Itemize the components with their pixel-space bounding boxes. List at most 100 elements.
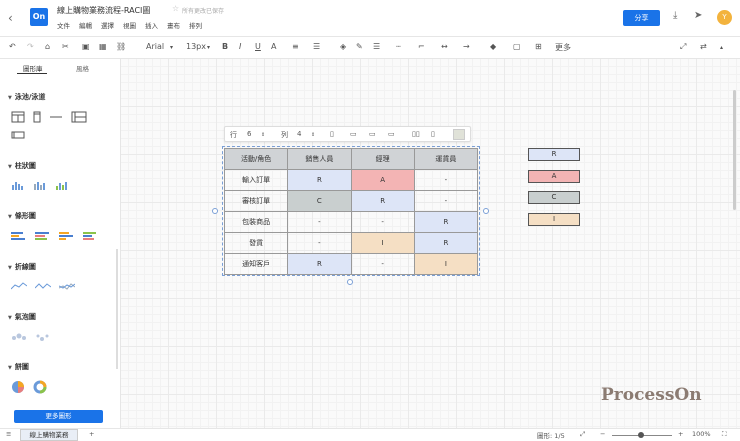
separator-icon[interactable]: [49, 111, 63, 123]
lock-icon[interactable]: ⊞: [535, 42, 542, 51]
stacked-bar-icon[interactable]: [35, 231, 51, 241]
insert-image-icon[interactable]: ▣: [82, 42, 90, 51]
split-cells-icon[interactable]: ▯: [431, 130, 435, 138]
section-pool-swimlane[interactable]: ▼ 泳池/泳道: [8, 92, 45, 102]
section-line-chart[interactable]: ▼ 折線圖: [8, 262, 36, 272]
redo-icon[interactable]: ↷: [27, 42, 34, 51]
raci-cell[interactable]: -: [350, 253, 415, 275]
activity-cell[interactable]: 審核訂單: [223, 190, 289, 212]
page-tab[interactable]: 線上購物業務: [20, 429, 78, 441]
line-width-icon[interactable]: ☰: [373, 42, 380, 51]
header-cell[interactable]: 經理: [350, 148, 415, 170]
more-button[interactable]: 更多: [555, 42, 571, 53]
swap-icon[interactable]: ⇄: [700, 42, 707, 51]
zoom-in-icon[interactable]: +: [678, 430, 683, 438]
pool-vertical-icon[interactable]: [11, 111, 25, 123]
download-icon[interactable]: ⤓: [673, 10, 677, 21]
insert-table-icon[interactable]: ▦: [99, 42, 107, 51]
raci-cell[interactable]: -: [350, 211, 415, 233]
canvas-scrollbar[interactable]: [733, 90, 736, 210]
menu-edit[interactable]: 編輯: [79, 20, 92, 30]
activity-cell[interactable]: 發貨: [223, 232, 289, 254]
percent-bar-icon[interactable]: [83, 231, 99, 241]
line-chart-icon[interactable]: [11, 281, 27, 291]
rows-input[interactable]: 6: [247, 130, 251, 138]
resize-handle-bottom[interactable]: [347, 279, 353, 285]
add-page-button[interactable]: +: [89, 430, 94, 438]
section-bubble-chart[interactable]: ▼ 氣泡圖: [8, 312, 36, 322]
raci-cell[interactable]: R: [287, 253, 352, 275]
fullscreen-toggle-icon[interactable]: ⛶: [722, 430, 727, 439]
raci-cell[interactable]: I: [350, 232, 415, 254]
activity-cell[interactable]: 包裝商品: [223, 211, 289, 233]
column-chart-icon[interactable]: [11, 180, 25, 190]
section-bar-chart[interactable]: ▼ 條形圖: [8, 211, 36, 221]
clear-format-icon[interactable]: ✂: [62, 42, 69, 51]
align-icon[interactable]: ≡: [292, 42, 299, 51]
grouped-column-icon[interactable]: [55, 180, 69, 190]
resize-handle-left[interactable]: [212, 208, 218, 214]
raci-cell[interactable]: I: [413, 253, 479, 275]
share-button[interactable]: 分享: [623, 10, 660, 26]
donut-chart-icon[interactable]: [33, 380, 47, 394]
raci-cell[interactable]: R: [287, 169, 352, 191]
cols-stepper-icon[interactable]: ⇕: [311, 132, 315, 138]
raci-cell[interactable]: R: [350, 190, 415, 212]
insert-row-below-icon[interactable]: ▭: [388, 130, 395, 138]
cell-fill-swatch[interactable]: [453, 129, 465, 140]
arrow-start-icon[interactable]: ↔: [441, 42, 448, 51]
app-logo[interactable]: On: [30, 8, 48, 26]
resize-handle-right[interactable]: [483, 208, 489, 214]
raci-cell[interactable]: -: [413, 190, 479, 212]
zoom-out-icon[interactable]: −: [600, 430, 605, 438]
activity-cell[interactable]: 通知客戶: [223, 253, 289, 275]
back-icon[interactable]: ‹: [8, 11, 22, 25]
line-style-icon[interactable]: ┄: [396, 42, 401, 51]
send-icon[interactable]: ➤: [694, 10, 702, 21]
scatter-chart-icon[interactable]: [35, 332, 51, 342]
fullscreen-icon[interactable]: ⤢: [680, 42, 686, 52]
document-title[interactable]: 線上購物業務流程-RACI圖: [57, 5, 150, 16]
font-size-chevron-icon[interactable]: ▾: [207, 44, 210, 51]
avatar[interactable]: Y: [717, 10, 732, 25]
bar-chart-icon[interactable]: [11, 231, 27, 241]
menu-arrange[interactable]: 排列: [189, 20, 202, 30]
insert-col-left-icon[interactable]: ▯: [330, 130, 334, 138]
multi-line-chart-icon[interactable]: [59, 281, 75, 291]
legend-c[interactable]: C: [528, 191, 580, 204]
raci-cell[interactable]: C: [287, 190, 352, 212]
bold-icon[interactable]: B: [222, 42, 228, 51]
italic-icon[interactable]: I: [239, 42, 241, 51]
undo-icon[interactable]: ↶: [9, 42, 16, 51]
more-shapes-button[interactable]: 更多圖形: [14, 410, 103, 423]
legend-i[interactable]: I: [528, 213, 580, 226]
raci-cell[interactable]: -: [287, 232, 352, 254]
section-pie-chart[interactable]: ▼ 餅圖: [8, 362, 29, 372]
menu-insert[interactable]: 插入: [145, 20, 158, 30]
raci-cell[interactable]: A: [350, 169, 415, 191]
stacked-column-icon[interactable]: [33, 180, 47, 190]
arrow-end-icon[interactable]: →: [463, 42, 470, 51]
valign-icon[interactable]: ☰: [313, 42, 320, 51]
rows-stepper-icon[interactable]: ⇕: [261, 132, 265, 138]
raci-cell[interactable]: R: [413, 211, 479, 233]
menu-select[interactable]: 選擇: [101, 20, 114, 30]
page-list-icon[interactable]: ≡: [6, 430, 11, 438]
line-color-icon[interactable]: ✎: [356, 42, 363, 51]
header-cell[interactable]: 活動/角色: [223, 148, 289, 170]
collapse-toolbar-icon[interactable]: ▴: [720, 44, 723, 51]
raci-cell[interactable]: -: [413, 169, 479, 191]
curve-chart-icon[interactable]: [35, 281, 51, 291]
legend-a[interactable]: A: [528, 170, 580, 183]
legend-r[interactable]: R: [528, 148, 580, 161]
layer-icon[interactable]: ◆: [490, 42, 496, 51]
font-color-icon[interactable]: A: [271, 42, 276, 51]
header-cell[interactable]: 運貨員: [413, 148, 479, 170]
raci-table[interactable]: 活動/角色 銷售人員 經理 運貨員 輸入訂單 R A - 審核訂單 C R - …: [223, 148, 479, 275]
activity-cell[interactable]: 輸入訂單: [223, 169, 289, 191]
lane-vertical-icon[interactable]: [33, 111, 41, 123]
font-family-chevron-icon[interactable]: ▾: [170, 44, 173, 51]
font-family-select[interactable]: Arial: [146, 42, 164, 51]
tab-shape-library[interactable]: 圖形庫: [23, 63, 43, 73]
lane-horizontal-icon[interactable]: [11, 131, 25, 139]
